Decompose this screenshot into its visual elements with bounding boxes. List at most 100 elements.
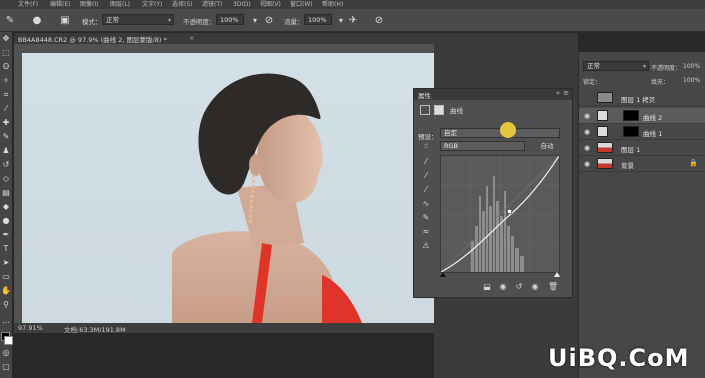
layer-mask-thumbnail[interactable] xyxy=(623,110,639,121)
black-point-eyedropper-icon[interactable]: ⁄ xyxy=(421,157,431,167)
layer-mask-thumbnail[interactable] xyxy=(623,126,639,137)
opacity-value: 100% xyxy=(220,16,239,24)
properties-header[interactable]: 属性 « ≡ xyxy=(414,89,572,100)
mask-icon[interactable] xyxy=(434,105,444,115)
layer-row[interactable]: ◉ 背景 🔒 xyxy=(579,156,705,172)
gray-point-eyedropper-icon[interactable]: ⁄ xyxy=(421,171,431,181)
move-tool-icon[interactable]: ✥ xyxy=(1,34,11,44)
close-icon[interactable]: « xyxy=(556,89,560,97)
zoom-tool-icon[interactable]: ⚲ xyxy=(1,300,11,310)
brush-preset-icon[interactable]: ● xyxy=(30,13,44,27)
zoom-level[interactable]: 97.91% xyxy=(18,324,43,332)
hand-tool-icon[interactable]: ✋ xyxy=(1,286,11,296)
layer-thumbnail xyxy=(597,158,613,169)
lock-icon[interactable]: 🔒 xyxy=(689,159,698,167)
layer-row[interactable]: ◉ 图层 1 xyxy=(579,140,705,156)
quick-mask-icon[interactable]: ◎ xyxy=(1,348,11,358)
lasso-tool-icon[interactable]: ʘ xyxy=(1,62,11,72)
eye-icon[interactable]: ◉ xyxy=(584,112,590,120)
vertical-ruler[interactable] xyxy=(14,53,22,323)
menu-window[interactable]: 窗口(W) xyxy=(290,0,313,9)
clip-to-layer-icon[interactable]: ⬓ xyxy=(482,282,492,292)
crop-tool-icon[interactable]: ⌗ xyxy=(1,90,11,100)
brush-tool-icon[interactable]: ✎ xyxy=(3,13,17,27)
blend-mode-dropdown[interactable]: 正常 ▾ xyxy=(583,61,649,71)
chevron-down-icon: ▾ xyxy=(167,17,171,24)
document-tab[interactable]: BB4A8448.CR2 @ 97.9% (曲线 2, 图层蒙版/8) * × xyxy=(14,33,434,44)
brush-panel-icon[interactable]: ▣ xyxy=(58,13,72,27)
fill-value[interactable]: 100% xyxy=(683,77,700,84)
gradient-tool-icon[interactable]: ▤ xyxy=(1,188,11,198)
shape-tool-icon[interactable]: ▭ xyxy=(1,272,11,282)
properties-panel: 属性 « ≡ 曲线 预设： 自定 RGB 自动 ☝ ⁄ ⁄ ⁄ ∿ ✎ ≈ ⚠ xyxy=(413,88,573,298)
blur-tool-icon[interactable]: ◆ xyxy=(1,202,11,212)
history-brush-icon[interactable]: ↺ xyxy=(1,160,11,170)
layer-opacity-value[interactable]: 100% xyxy=(683,63,700,70)
eye-icon[interactable]: ◉ xyxy=(584,160,590,168)
menu-image[interactable]: 图像(I) xyxy=(80,0,98,9)
menu-edit[interactable]: 编辑(E) xyxy=(50,0,70,9)
curve-graph[interactable] xyxy=(440,155,560,273)
curve-control-point[interactable] xyxy=(507,209,512,214)
layer-row[interactable]: ◉ 曲线 2 xyxy=(579,108,705,124)
marquee-tool-icon[interactable]: ⬚ xyxy=(1,48,11,58)
eraser-tool-icon[interactable]: ◇ xyxy=(1,174,11,184)
clipping-warning-icon[interactable]: ⚠ xyxy=(421,241,431,251)
curve-edit-icon[interactable]: ∿ xyxy=(421,199,431,209)
curves-adjustment-icon[interactable] xyxy=(420,105,430,115)
target-adjust-icon[interactable]: ☝ xyxy=(421,141,431,151)
dodge-tool-icon[interactable]: ● xyxy=(1,216,11,226)
white-input-slider[interactable] xyxy=(554,272,560,277)
channel-dropdown[interactable]: RGB xyxy=(440,141,525,151)
image-canvas[interactable] xyxy=(22,53,434,323)
lock-label: 锁定： xyxy=(583,79,602,86)
opacity-arrow-icon[interactable]: ▾ xyxy=(248,13,262,27)
white-point-eyedropper-icon[interactable]: ⁄ xyxy=(421,185,431,195)
menu-filter[interactable]: 滤镜(T) xyxy=(202,0,222,9)
opacity-input[interactable]: 100% xyxy=(216,14,244,25)
brush-tool-icon[interactable]: ✎ xyxy=(1,132,11,142)
eyedropper-tool-icon[interactable]: ⁄ xyxy=(1,104,11,114)
reset-icon[interactable]: ↺ xyxy=(514,282,524,292)
view-previous-icon[interactable]: ◉ xyxy=(498,282,508,292)
type-tool-icon[interactable]: T xyxy=(1,244,11,254)
airbrush-icon[interactable]: ✈ xyxy=(346,13,360,27)
dress-shape xyxy=(322,275,362,323)
close-icon[interactable]: × xyxy=(189,34,194,42)
menu-help[interactable]: 帮助(H) xyxy=(322,0,343,9)
background-color-swatch[interactable] xyxy=(4,336,13,345)
status-bar: 97.91% 文档:63.3M/191.8M xyxy=(14,323,434,334)
path-select-icon[interactable]: ➤ xyxy=(1,258,11,268)
trash-icon[interactable]: 🗑 xyxy=(548,282,558,292)
pressure-size-icon[interactable]: ⊘ xyxy=(372,13,386,27)
layer-row[interactable]: 图层 1 拷贝 xyxy=(579,90,705,106)
screen-mode-icon[interactable]: ▢ xyxy=(1,362,11,372)
eye-icon[interactable]: ◉ xyxy=(584,144,590,152)
flow-input[interactable]: 100% xyxy=(304,14,332,25)
menu-type[interactable]: 文字(Y) xyxy=(142,0,162,9)
mode-label: 模式： xyxy=(82,18,102,26)
mode-dropdown[interactable]: 正常 ▾ xyxy=(102,14,174,25)
menu-file[interactable]: 文件(F) xyxy=(18,0,38,9)
stamp-tool-icon[interactable]: ♟ xyxy=(1,146,11,156)
pencil-curve-icon[interactable]: ✎ xyxy=(421,213,431,223)
more-tools-icon[interactable]: … xyxy=(1,316,11,326)
pressure-opacity-icon[interactable]: ⊘ xyxy=(262,13,276,27)
layer-thumbnail xyxy=(597,142,613,153)
document-info[interactable]: 文档:63.3M/191.8M xyxy=(64,324,126,334)
healing-tool-icon[interactable]: ✚ xyxy=(1,118,11,128)
layer-row[interactable]: ◉ 曲线 1 xyxy=(579,124,705,140)
panel-menu-icon[interactable]: ≡ xyxy=(563,89,569,97)
menu-3d[interactable]: 3D(D) xyxy=(233,0,251,9)
menu-view[interactable]: 视图(V) xyxy=(260,0,281,9)
options-bar: ✎ ● ▣ 模式： 正常 ▾ 不透明度： 100% ▾ ⊘ 流量： 100% ▾ … xyxy=(0,9,705,32)
pen-tool-icon[interactable]: ✒ xyxy=(1,230,11,240)
menu-select[interactable]: 选择(S) xyxy=(172,0,193,9)
smooth-curve-icon[interactable]: ≈ xyxy=(421,227,431,237)
black-input-slider[interactable] xyxy=(440,272,446,277)
menu-layer[interactable]: 图层(L) xyxy=(110,0,130,9)
quick-select-icon[interactable]: ✧ xyxy=(1,76,11,86)
visibility-icon[interactable]: ◉ xyxy=(530,282,540,292)
eye-icon[interactable]: ◉ xyxy=(584,128,590,136)
auto-button[interactable]: 自动 xyxy=(532,141,562,151)
